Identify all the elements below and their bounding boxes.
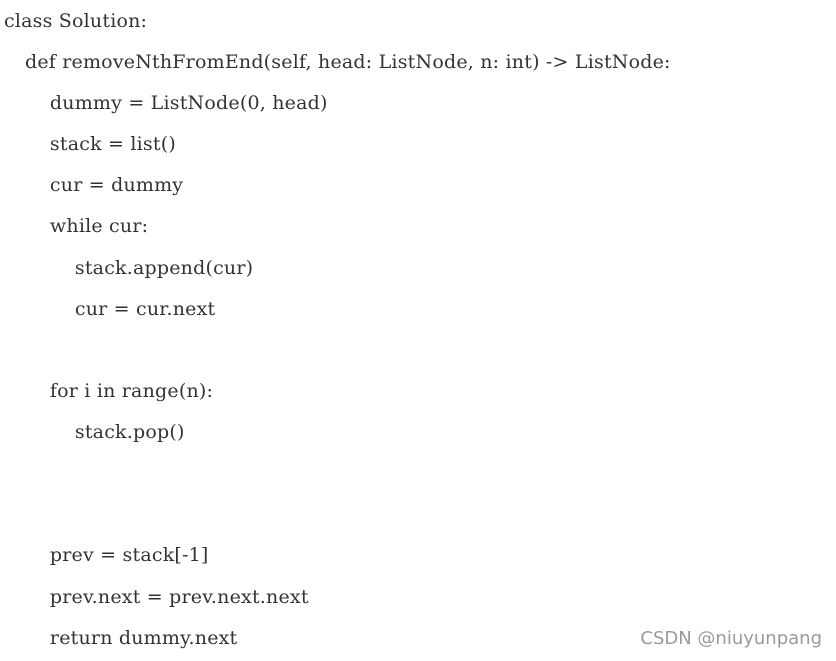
code-line-stack: stack = list() — [0, 133, 176, 155]
watermark-label: CSDN @niuyunpang — [640, 628, 822, 649]
code-block: class Solution: def removeNthFromEnd(sel… — [0, 0, 836, 661]
code-line-prev-next: prev.next = prev.next.next — [0, 586, 309, 608]
code-line-return: return dummy.next — [0, 627, 238, 649]
code-line-cur-next: cur = cur.next — [0, 298, 216, 320]
code-line-def: def removeNthFromEnd(self, head: ListNod… — [0, 51, 671, 73]
code-line-append: stack.append(cur) — [0, 257, 254, 279]
code-line-cur: cur = dummy — [0, 174, 184, 196]
code-line-prev: prev = stack[-1] — [0, 544, 209, 566]
code-line-dummy: dummy = ListNode(0, head) — [0, 92, 328, 114]
code-line-for: for i in range(n): — [0, 380, 214, 402]
code-line-pop: stack.pop() — [0, 421, 185, 443]
code-line-class: class Solution: — [4, 10, 148, 32]
code-line-while: while cur: — [0, 215, 149, 237]
